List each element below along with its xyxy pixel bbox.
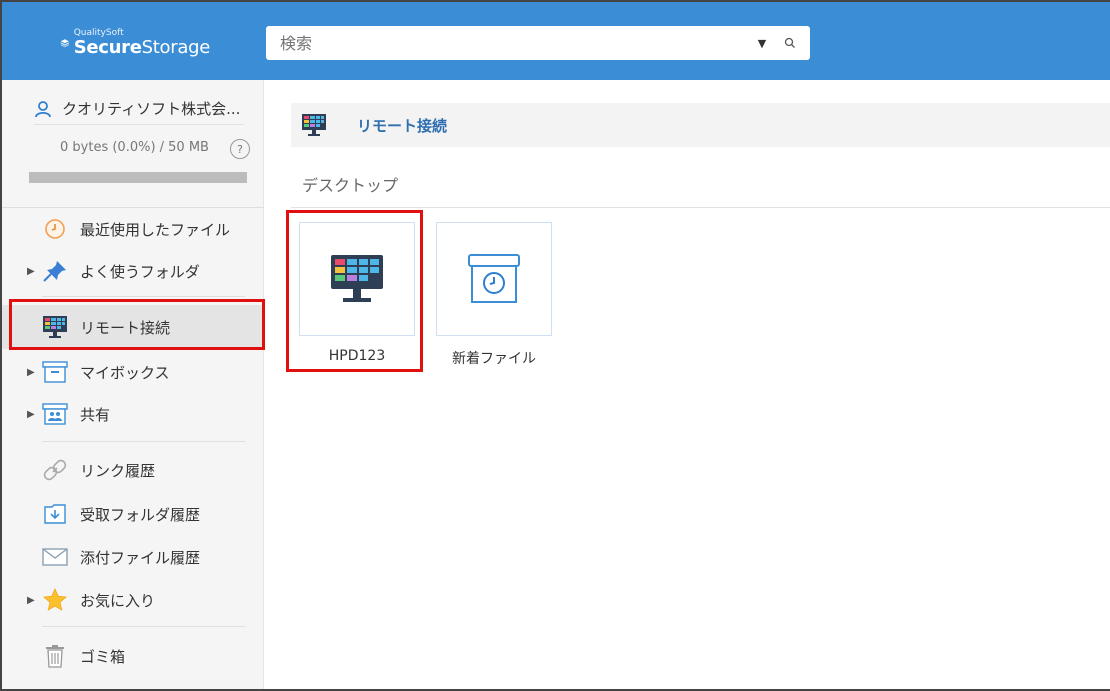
app-frame: QualitySoft SecureStorage ▼ クオリティソフト株式会.… — [0, 0, 1110, 691]
box-icon — [42, 360, 68, 384]
logo-icon — [60, 39, 69, 48]
sidebar-item-label: 最近使用したファイル — [80, 220, 231, 239]
expand-arrow-icon[interactable]: ▶ — [27, 367, 35, 378]
divider — [291, 207, 1110, 208]
sidebar-item-label: リモート接続 — [80, 318, 171, 337]
tile-new-files[interactable] — [436, 222, 552, 336]
logo-text: SecureStorage — [73, 37, 211, 58]
divider — [42, 626, 245, 627]
inbox-icon — [42, 502, 68, 526]
expand-arrow-icon[interactable]: ▶ — [27, 266, 35, 277]
sidebar-item-label: リンク履歴 — [80, 461, 156, 480]
sidebar-item-label: 共有 — [80, 405, 111, 424]
sidebar-item-label: よく使うフォルダ — [80, 262, 200, 281]
tile-hpd123[interactable] — [299, 222, 415, 336]
help-icon[interactable]: ? — [230, 139, 250, 159]
search-input[interactable] — [266, 33, 752, 53]
storage-usage-bar — [29, 172, 247, 183]
sidebar-item-label: マイボックス — [80, 363, 170, 382]
star-icon — [42, 588, 68, 612]
sidebar-item-shared[interactable]: ▶ 共有 — [2, 392, 264, 436]
divider — [42, 296, 245, 297]
clock-icon — [42, 217, 68, 241]
sidebar-item-my-box[interactable]: ▶ マイボックス — [2, 350, 264, 394]
shared-box-icon — [42, 402, 68, 426]
storage-usage-text: 0 bytes (0.0%) / 50 MB — [60, 140, 209, 155]
sidebar-item-remote-connection[interactable]: リモート接続 — [2, 305, 264, 349]
expand-arrow-icon[interactable]: ▶ — [27, 595, 35, 606]
sidebar-item-label: 受取フォルダ履歴 — [80, 505, 201, 524]
tile-label-new-files[interactable]: 新着ファイル — [436, 348, 552, 368]
new-files-box-icon — [468, 254, 520, 303]
sidebar: クオリティソフト株式会... 0 bytes (0.0%) / 50 MB ? … — [2, 80, 264, 689]
sidebar-item-receive-folder-history[interactable]: 受取フォルダ履歴 — [2, 492, 264, 536]
sidebar-item-attachment-history[interactable]: 添付ファイル履歴 — [2, 535, 264, 579]
section-title: デスクトップ — [302, 176, 399, 195]
pin-icon — [42, 259, 68, 283]
trash-icon — [42, 644, 68, 668]
monitor-icon — [42, 315, 68, 339]
sidebar-item-trash[interactable]: ゴミ箱 — [2, 634, 264, 678]
monitor-icon — [331, 255, 383, 302]
sidebar-item-favorite-folders[interactable]: ▶ よく使うフォルダ — [2, 249, 264, 293]
expand-arrow-icon[interactable]: ▶ — [27, 409, 35, 420]
tile-label-hpd123[interactable]: HPD123 — [299, 348, 415, 364]
sidebar-item-label: お気に入り — [80, 591, 156, 610]
breadcrumb: リモート接続 — [291, 103, 1110, 147]
main-content: リモート接続 デスクトップ HPD123 新着ファイル — [265, 80, 1110, 689]
user-icon — [35, 100, 51, 117]
monitor-icon — [301, 113, 327, 137]
link-icon — [42, 458, 68, 482]
search-box: ▼ — [266, 26, 810, 60]
sidebar-item-favorites[interactable]: ▶ お気に入り — [2, 578, 264, 622]
sidebar-item-label: 添付ファイル履歴 — [80, 548, 201, 567]
sidebar-item-recent-files[interactable]: 最近使用したファイル — [2, 207, 264, 251]
mail-icon — [42, 545, 68, 569]
account-name-label: クオリティソフト株式会... — [62, 100, 241, 118]
sidebar-item-label: ゴミ箱 — [80, 647, 126, 666]
divider — [42, 441, 245, 442]
logo[interactable]: QualitySoft SecureStorage — [60, 26, 210, 60]
search-icon[interactable] — [778, 37, 802, 49]
account-name[interactable]: クオリティソフト株式会... — [34, 98, 240, 119]
app-header: QualitySoft SecureStorage ▼ — [2, 2, 1110, 80]
sidebar-item-link-history[interactable]: リンク履歴 — [2, 448, 264, 492]
page-title: リモート接続 — [357, 116, 448, 135]
search-dropdown-icon[interactable]: ▼ — [752, 37, 772, 50]
divider — [34, 124, 244, 125]
